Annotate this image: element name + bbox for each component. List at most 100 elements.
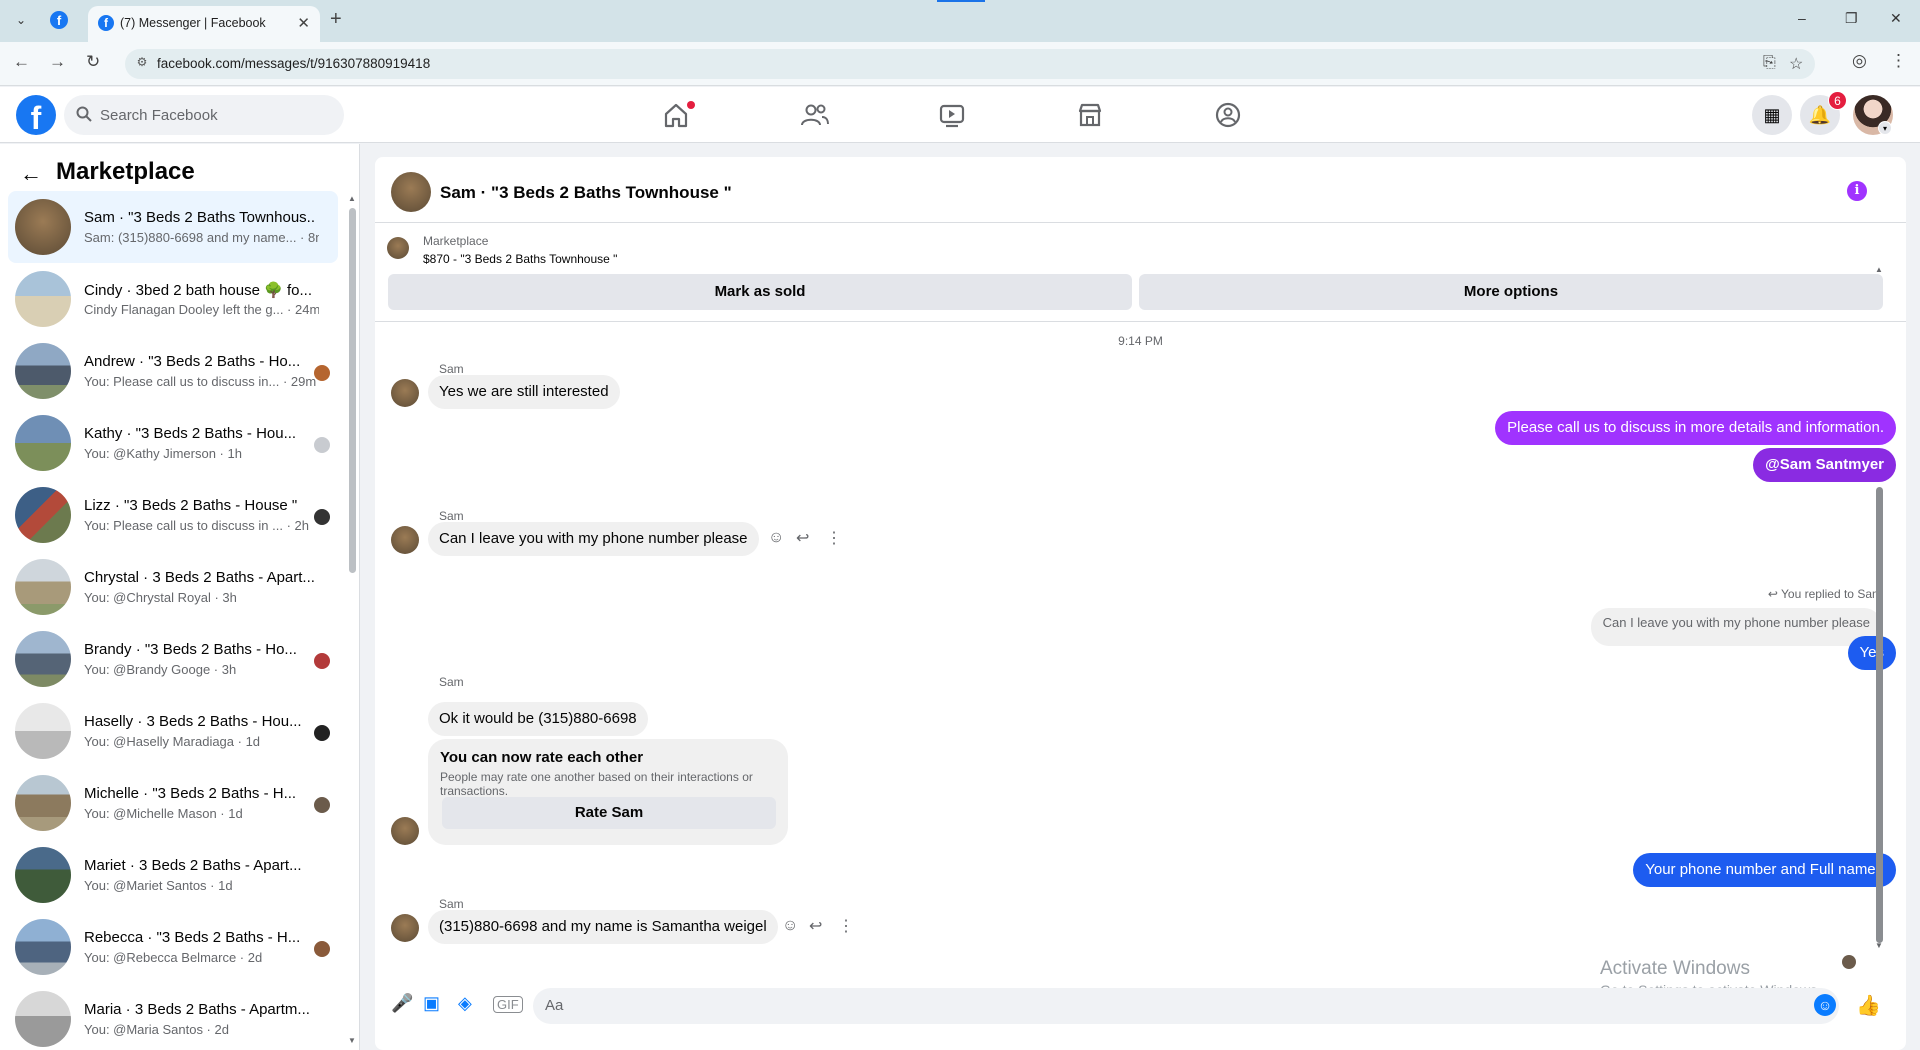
url-text[interactable]: facebook.com/messages/t/916307880919418 xyxy=(157,56,430,71)
chat-scrollbar[interactable] xyxy=(1876,487,1883,943)
facebook-favicon-icon: f xyxy=(98,15,114,31)
back-arrow-icon[interactable]: ← xyxy=(20,161,42,187)
reload-icon[interactable]: ↻ xyxy=(86,52,100,72)
conversation-item[interactable]: Haselly · 3 Beds 2 Baths - Hou... You: @… xyxy=(8,695,338,767)
tab-title: (7) Messenger | Facebook xyxy=(120,16,266,30)
emoji-icon[interactable]: ☺ xyxy=(1814,994,1836,1016)
conversation-avatar xyxy=(15,919,71,975)
conversation-avatar xyxy=(15,271,71,327)
scroll-down-arrow-icon[interactable]: ▼ xyxy=(1875,941,1883,950)
conversation-snippet: You: @Brandy Googe · 3h xyxy=(84,662,237,677)
conversation-item[interactable]: Kathy · "3 Beds 2 Baths - Hou... You: @K… xyxy=(8,407,338,479)
marketplace-icon[interactable] xyxy=(1072,99,1108,131)
conversation-name: Cindy · 3bed 2 bath house 🌳 fo... xyxy=(84,282,312,299)
conversation-avatar xyxy=(15,847,71,903)
more-options-button[interactable]: More options xyxy=(1139,274,1883,310)
quoted-message[interactable]: Can I leave you with my phone number ple… xyxy=(1590,608,1882,646)
outgoing-message[interactable]: Please call us to discuss in more detail… xyxy=(1495,411,1896,445)
restore-button[interactable]: ❐ xyxy=(1845,10,1858,27)
conversation-snippet: You: @Haselly Maradiaga · 1d xyxy=(84,734,261,749)
facebook-logo-icon[interactable]: f xyxy=(16,95,56,136)
search-facebook-input[interactable]: Search Facebook xyxy=(64,95,344,135)
incoming-message[interactable]: Yes we are still interested xyxy=(428,375,620,409)
sender-name: Sam xyxy=(439,897,464,911)
listing-price[interactable]: $870 - "3 Beds 2 Baths Townhouse " xyxy=(423,252,617,266)
close-window-button[interactable]: ✕ xyxy=(1890,10,1902,27)
seen-avatar xyxy=(314,509,330,525)
loading-indicator xyxy=(937,0,985,2)
conversation-item[interactable]: Cindy · 3bed 2 bath house 🌳 fo... Cindy … xyxy=(8,263,338,335)
incoming-message[interactable]: (315)880-6698 and my name is Samantha we… xyxy=(428,910,778,944)
conversation-item[interactable]: Brandy · "3 Beds 2 Baths - Ho... You: @B… xyxy=(8,623,338,695)
conversation-name: Mariet · 3 Beds 2 Baths - Apart... xyxy=(84,857,302,874)
more-actions-icon[interactable]: ⋮ xyxy=(838,916,854,936)
listing-label: Marketplace xyxy=(423,234,489,248)
listing-thumbnail[interactable] xyxy=(387,237,409,259)
seen-avatar xyxy=(314,797,330,813)
reply-icon[interactable]: ↩ xyxy=(809,916,822,936)
tab-messenger[interactable]: f (7) Messenger | Facebook ✕ xyxy=(88,6,320,42)
more-actions-icon[interactable]: ⋮ xyxy=(826,528,842,548)
chat-title[interactable]: Sam · "3 Beds 2 Baths Townhouse " xyxy=(440,183,732,203)
account-chevron-icon[interactable]: ▾ xyxy=(1878,121,1892,135)
back-icon[interactable]: ← xyxy=(13,52,30,72)
conversation-item[interactable]: Michelle · "3 Beds 2 Baths - H... You: @… xyxy=(8,767,338,839)
profile-icon[interactable]: ◎ xyxy=(1852,51,1867,71)
friends-icon[interactable] xyxy=(797,99,833,131)
menu-grid-icon[interactable]: ▦ xyxy=(1752,95,1792,135)
seen-avatar xyxy=(314,653,330,669)
conversation-name: Maria · 3 Beds 2 Baths - Apartm... xyxy=(84,1001,310,1018)
outgoing-message[interactable]: @Sam Santmyer xyxy=(1753,448,1896,482)
conversation-avatar xyxy=(15,199,71,255)
address-bar[interactable]: ⚙ facebook.com/messages/t/91630788091941… xyxy=(125,49,1815,79)
divider xyxy=(375,321,1906,322)
react-icon[interactable]: ☺ xyxy=(768,529,784,547)
menu-icon[interactable]: ⋮ xyxy=(1890,51,1907,71)
site-settings-icon[interactable]: ⚙ xyxy=(133,55,151,73)
gallery-icon[interactable]: ▣ xyxy=(423,993,440,1014)
info-icon[interactable]: i xyxy=(1847,181,1867,201)
sidebar-scrollbar[interactable] xyxy=(349,208,356,573)
mark-as-sold-button[interactable]: Mark as sold xyxy=(388,274,1132,310)
new-tab-button[interactable]: + xyxy=(330,8,342,31)
thumbs-up-icon[interactable]: 👍 xyxy=(1856,993,1881,1018)
conversation-item[interactable]: Chrystal · 3 Beds 2 Baths - Apart... You… xyxy=(8,551,338,623)
incoming-message[interactable]: Can I leave you with my phone number ple… xyxy=(428,522,759,556)
microphone-icon[interactable]: 🎤 xyxy=(391,993,413,1014)
outgoing-message[interactable]: Your phone number and Full name.. xyxy=(1633,853,1896,887)
conversation-avatar xyxy=(15,487,71,543)
sender-name: Sam xyxy=(439,675,464,689)
forward-icon[interactable]: → xyxy=(49,52,66,72)
gif-icon[interactable]: GIF xyxy=(493,996,523,1013)
chat-header: Sam · "3 Beds 2 Baths Townhouse " i xyxy=(375,157,1906,223)
scroll-up-arrow-icon[interactable]: ▲ xyxy=(348,194,356,203)
conversation-item[interactable]: Andrew · "3 Beds 2 Baths - Ho... You: Pl… xyxy=(8,335,338,407)
conversation-item[interactable]: Mariet · 3 Beds 2 Baths - Apart... You: … xyxy=(8,839,338,911)
seen-avatar xyxy=(314,437,330,453)
minimize-button[interactable]: – xyxy=(1798,10,1806,26)
scroll-down-arrow-icon[interactable]: ▼ xyxy=(348,1036,356,1045)
scroll-up-arrow-icon[interactable]: ▲ xyxy=(1875,265,1883,274)
message-input[interactable]: Aa xyxy=(533,988,1839,1024)
tab-search-icon[interactable]: ⌄ xyxy=(10,9,32,31)
reply-note-text: You replied to Sam xyxy=(1781,587,1882,601)
conversation-item[interactable]: Maria · 3 Beds 2 Baths - Apartm... You: … xyxy=(8,983,338,1050)
video-icon[interactable] xyxy=(934,99,970,131)
conversation-avatar xyxy=(15,415,71,471)
chat-avatar[interactable] xyxy=(391,172,431,212)
conversation-item[interactable]: Sam · "3 Beds 2 Baths Townhous... Sam: (… xyxy=(8,191,338,263)
groups-icon[interactable] xyxy=(1210,99,1246,131)
sticker-icon[interactable]: ◈ xyxy=(458,993,472,1014)
install-app-icon[interactable]: ⎘ xyxy=(1763,54,1776,72)
facebook-pinned-tab-icon[interactable]: f xyxy=(50,11,68,29)
reply-icon[interactable]: ↩ xyxy=(796,528,809,548)
close-tab-icon[interactable]: ✕ xyxy=(297,14,310,32)
incoming-message[interactable]: Ok it would be (315)880-6698 xyxy=(428,702,648,736)
outgoing-message[interactable]: Yes xyxy=(1847,636,1896,670)
rate-sam-button[interactable]: Rate Sam xyxy=(442,797,776,829)
bookmark-star-icon[interactable]: ☆ xyxy=(1789,54,1803,74)
conversation-item[interactable]: Rebecca · "3 Beds 2 Baths - H... You: @R… xyxy=(8,911,338,983)
react-icon[interactable]: ☺ xyxy=(782,917,798,935)
conversation-snippet: You: @Mariet Santos · 1d xyxy=(84,878,233,893)
conversation-item[interactable]: Lizz · "3 Beds 2 Baths - House " You: Pl… xyxy=(8,479,338,551)
